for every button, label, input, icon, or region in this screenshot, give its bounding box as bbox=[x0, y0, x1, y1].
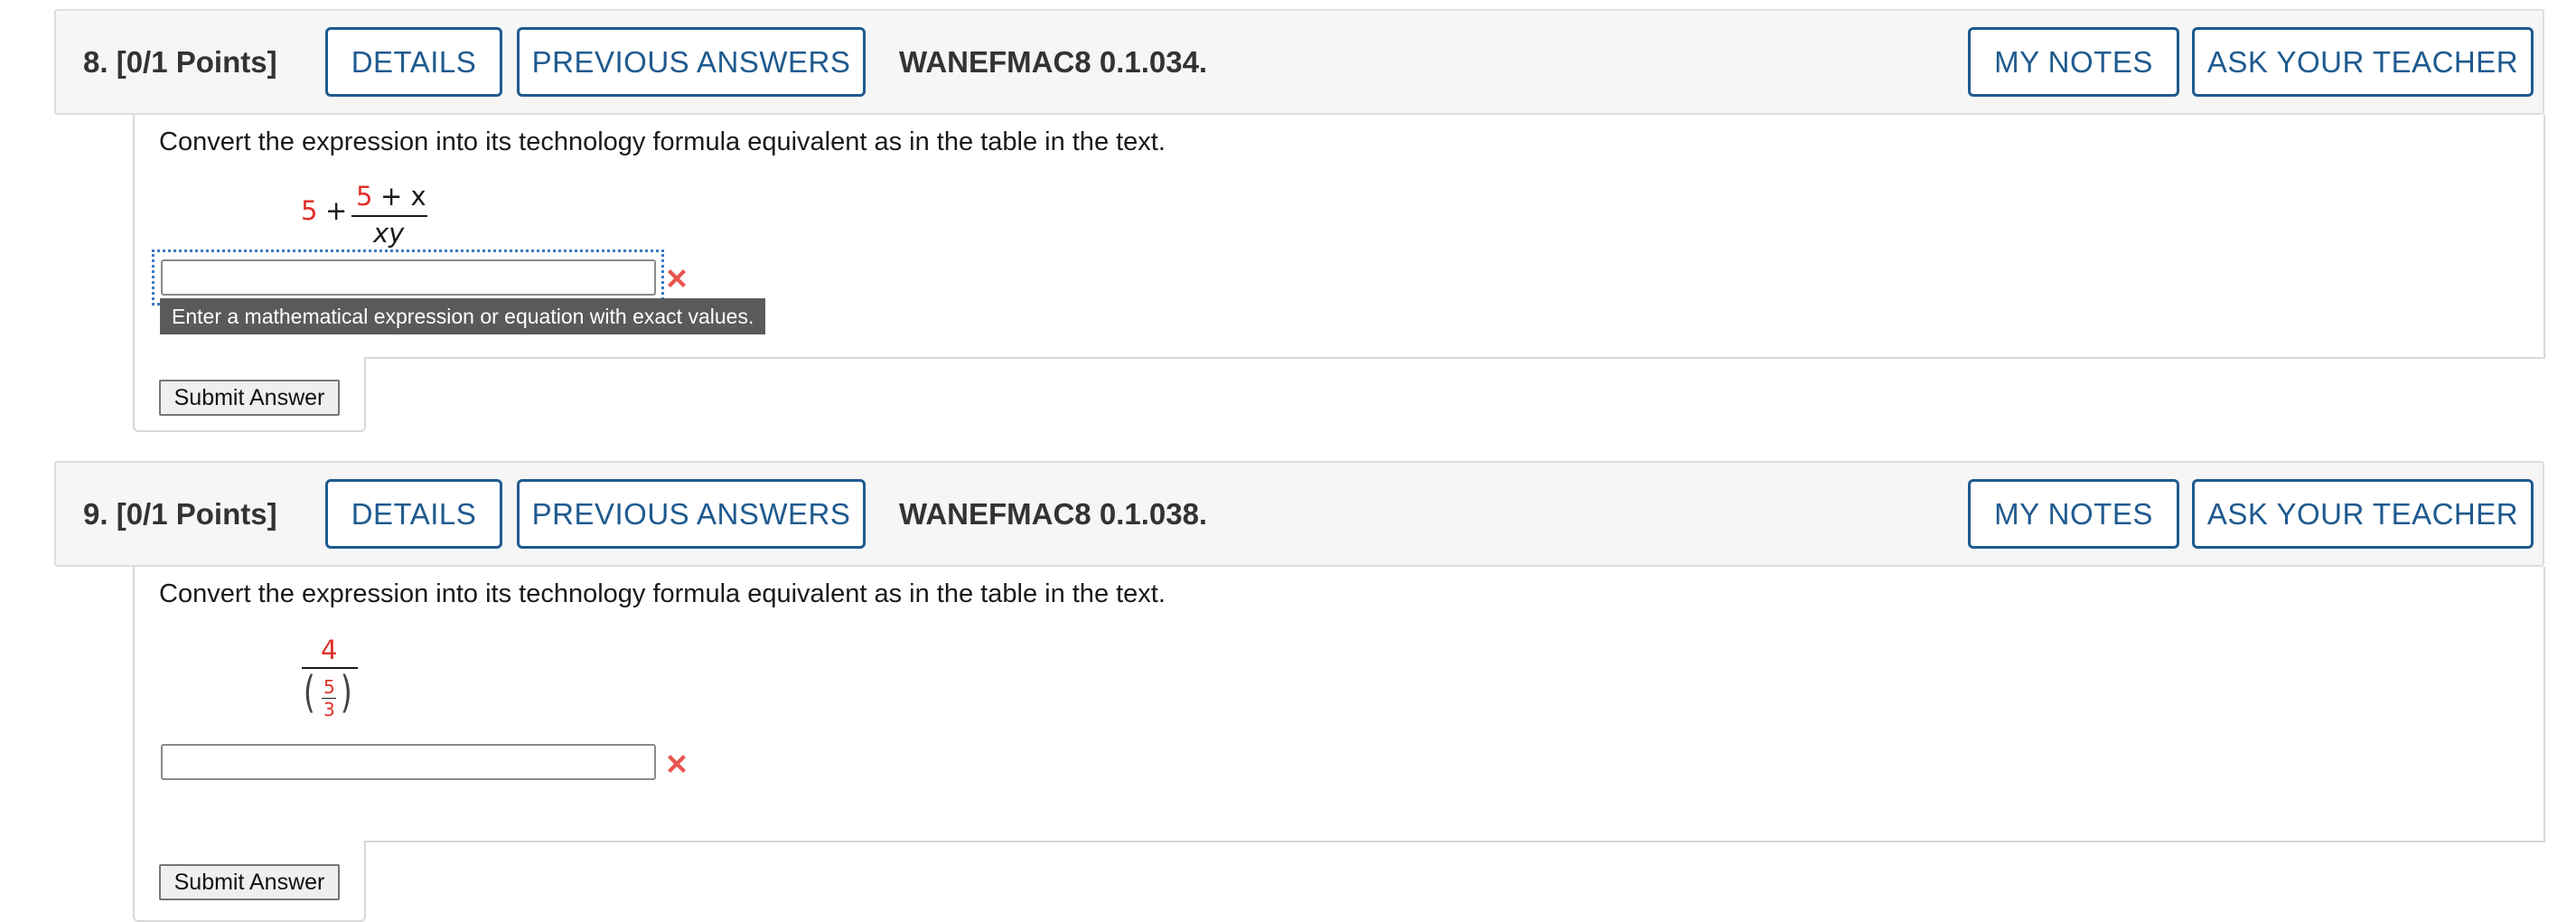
expr-numerator: 4 bbox=[321, 635, 338, 665]
incorrect-icon bbox=[668, 755, 686, 773]
previous-answers-button[interactable]: PREVIOUS ANSWERS bbox=[517, 27, 866, 97]
expr-numerator-op: + x bbox=[380, 181, 426, 212]
question-header: 9. [0/1 Points] DETAILS PREVIOUS ANSWERS… bbox=[54, 461, 2544, 567]
question-number-label: 9. bbox=[83, 497, 108, 531]
question-reference: WANEFMAC8 0.1.034. bbox=[899, 45, 1208, 79]
expr-left-paren: ( bbox=[303, 667, 315, 718]
expr-inner-denominator: 3 bbox=[323, 699, 335, 720]
expr-inner-numerator: 5 bbox=[323, 676, 335, 698]
expr-right-paren: ) bbox=[340, 667, 352, 718]
my-notes-button[interactable]: MY NOTES bbox=[1968, 479, 2179, 549]
incorrect-icon bbox=[668, 269, 686, 287]
question-header: 8. [0/1 Points] DETAILS PREVIOUS ANSWERS… bbox=[54, 9, 2544, 115]
answer-input[interactable] bbox=[161, 744, 656, 780]
my-notes-button[interactable]: MY NOTES bbox=[1968, 27, 2179, 97]
input-hint-tooltip: Enter a mathematical expression or equat… bbox=[160, 298, 766, 334]
submit-answer-button[interactable]: Submit Answer bbox=[159, 380, 340, 416]
question-number-label: 8. bbox=[83, 45, 108, 79]
ask-your-teacher-button[interactable]: ASK YOUR TEACHER bbox=[2192, 479, 2534, 549]
expr-plus: + bbox=[325, 195, 348, 226]
expr-numerator-a: 5 bbox=[356, 181, 373, 212]
question-reference: WANEFMAC8 0.1.038. bbox=[899, 497, 1208, 531]
points-label: [0/1 Points] bbox=[116, 497, 277, 531]
answer-input[interactable] bbox=[161, 259, 656, 296]
question-prompt: Convert the expression into its technolo… bbox=[159, 127, 1166, 156]
details-button[interactable]: DETAILS bbox=[325, 479, 502, 549]
previous-answers-button[interactable]: PREVIOUS ANSWERS bbox=[517, 479, 866, 549]
ask-your-teacher-button[interactable]: ASK YOUR TEACHER bbox=[2192, 27, 2534, 97]
question-number: 9. [0/1 Points] bbox=[83, 463, 277, 565]
fraction-bar bbox=[351, 215, 427, 217]
points-label: [0/1 Points] bbox=[116, 45, 277, 79]
question-number: 8. [0/1 Points] bbox=[83, 11, 277, 113]
details-button[interactable]: DETAILS bbox=[325, 27, 502, 97]
expr-whole: 5 bbox=[301, 195, 318, 226]
question-prompt: Convert the expression into its technolo… bbox=[159, 579, 1166, 608]
expr-denominator: xy bbox=[373, 218, 405, 249]
submit-answer-button[interactable]: Submit Answer bbox=[159, 864, 340, 900]
